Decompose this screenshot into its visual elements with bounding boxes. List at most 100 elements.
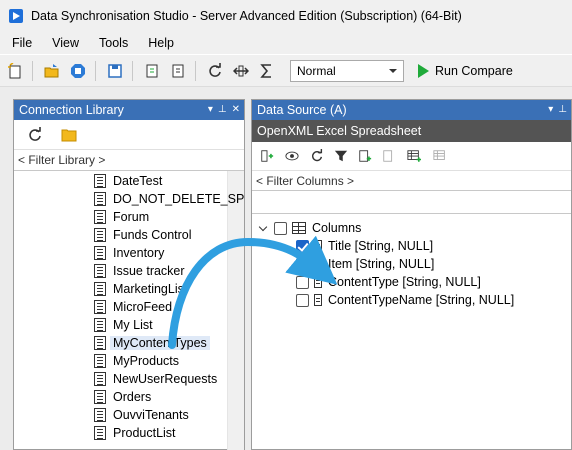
refresh-button[interactable] <box>204 60 226 82</box>
add-table-icon[interactable] <box>406 149 422 163</box>
library-item[interactable]: MarketingList <box>94 280 187 298</box>
folder-icon <box>61 129 77 141</box>
checkbox[interactable] <box>274 221 287 235</box>
library-item[interactable]: Funds Control <box>94 226 192 244</box>
library-scrollbar[interactable] <box>227 171 244 450</box>
swap-button[interactable] <box>230 60 252 82</box>
column-icon <box>314 294 322 306</box>
checkbox[interactable] <box>296 293 309 307</box>
library-item[interactable]: My List <box>94 316 153 334</box>
column-row[interactable]: ContentType [String, NULL] <box>296 273 481 291</box>
library-item[interactable]: Forum <box>94 208 149 226</box>
table-icon <box>292 222 306 234</box>
toolbar-separator <box>32 60 33 81</box>
library-item[interactable]: Issue tracker <box>94 262 185 280</box>
column-row[interactable]: Title [String, NULL] <box>296 237 433 255</box>
pin-icon[interactable]: ⊥ <box>218 103 227 117</box>
list-doc-icon <box>94 192 106 206</box>
toolbar-separator <box>132 60 133 81</box>
library-item[interactable]: DateTest <box>94 172 162 190</box>
library-list: DateTest DO_NOT_DELETE_SPL Forum Funds Cont… <box>14 171 244 450</box>
pin-icon[interactable]: ⊥ <box>558 103 567 117</box>
menu-file[interactable]: File <box>0 36 42 50</box>
list-doc-icon <box>94 318 106 332</box>
library-item-label: MyContentTypes <box>110 336 210 350</box>
library-item[interactable]: DO_NOT_DELETE_SPL <box>94 190 244 208</box>
add-row-icon[interactable] <box>358 149 372 163</box>
refresh-icon <box>29 126 41 141</box>
dropdown-icon[interactable]: ▾ <box>208 103 213 117</box>
connection-library-panel: Connection Library ▾ ⊥ ✕ < Filter Librar… <box>13 99 245 450</box>
list-doc-icon <box>94 264 106 278</box>
library-item-label: My List <box>113 318 153 332</box>
library-item[interactable]: MicroFeed <box>94 298 172 316</box>
list-doc-icon <box>94 390 106 404</box>
library-filter-input[interactable]: < Filter Library > <box>14 150 244 171</box>
window-title: Data Synchronisation Studio - Server Adv… <box>31 9 462 23</box>
library-refresh-button[interactable] <box>24 124 46 146</box>
open-project-button[interactable] <box>41 60 63 82</box>
checkbox-checked[interactable] <box>296 239 309 253</box>
title-bar: Data Synchronisation Studio - Server Adv… <box>0 0 572 32</box>
list-doc-icon <box>94 426 106 440</box>
add-column-icon[interactable] <box>260 149 274 163</box>
checkbox[interactable] <box>296 275 309 289</box>
export-button[interactable] <box>167 60 189 82</box>
menu-help[interactable]: Help <box>138 36 184 50</box>
menu-view[interactable]: View <box>42 36 89 50</box>
library-item-label: OuvviTenants <box>113 408 189 422</box>
library-item[interactable]: OuvviTenants <box>94 406 189 424</box>
column-icon <box>314 276 322 288</box>
save-icon <box>108 63 122 78</box>
column-row[interactable]: ContentTypeName [String, NULL] <box>296 291 514 309</box>
panel-controls: ▾ ⊥ <box>548 103 567 117</box>
library-item[interactable]: MyContentTypes <box>94 334 210 352</box>
tree-root-label: Columns <box>312 221 362 235</box>
list-doc-icon <box>94 210 106 224</box>
panel-controls: ▾ ⊥ ✕ <box>208 103 240 117</box>
list-doc-icon <box>94 300 106 314</box>
list-doc-icon <box>94 336 106 350</box>
mode-select[interactable]: Normal <box>290 59 404 82</box>
swap-icon <box>233 65 249 76</box>
run-compare-label: Run Compare <box>435 63 513 78</box>
refresh-icon <box>209 62 221 77</box>
dropdown-icon[interactable]: ▾ <box>548 103 553 117</box>
toolbar-separator <box>95 60 96 81</box>
stop-button[interactable] <box>67 60 89 82</box>
tree-root-columns[interactable]: Columns <box>258 219 362 237</box>
library-item[interactable]: MyProducts <box>94 352 179 370</box>
library-folder-button[interactable] <box>58 124 80 146</box>
library-item[interactable]: ProductList <box>94 424 176 442</box>
panel-title: Connection Library <box>19 103 124 117</box>
connection-library-header: Connection Library ▾ ⊥ ✕ <box>14 100 244 120</box>
library-item[interactable]: Inventory <box>94 244 164 262</box>
refresh-icon[interactable] <box>310 149 324 163</box>
remove-table-icon[interactable] <box>432 149 448 163</box>
library-item[interactable]: NewUserRequests <box>94 370 217 388</box>
app-logo-icon <box>9 9 23 23</box>
data-source-type: OpenXML Excel Spreadsheet <box>252 120 571 142</box>
library-item-label: Forum <box>113 210 150 224</box>
new-project-button[interactable] <box>4 60 26 82</box>
open-folder-icon <box>44 63 59 77</box>
sum-button[interactable] <box>256 60 278 82</box>
list-doc-icon <box>94 228 106 242</box>
column-row[interactable]: Item [String, NULL] <box>296 255 434 273</box>
filter-icon[interactable] <box>334 149 348 163</box>
columns-filter-input[interactable]: < Filter Columns > <box>252 170 571 191</box>
remove-row-icon[interactable] <box>382 149 396 163</box>
menu-tools[interactable]: Tools <box>89 36 138 50</box>
column-icon <box>314 240 322 252</box>
close-icon[interactable]: ✕ <box>232 103 240 117</box>
column-icon <box>314 258 322 270</box>
run-compare-button[interactable]: Run Compare <box>418 63 513 78</box>
checkbox-checked[interactable] <box>296 257 309 271</box>
chevron-down-icon[interactable] <box>258 222 268 231</box>
import-button[interactable] <box>141 60 163 82</box>
library-toolbar <box>14 120 244 150</box>
library-item[interactable]: Orders <box>94 388 151 406</box>
main-toolbar: Normal Run Compare <box>0 55 572 87</box>
preview-icon[interactable] <box>284 149 300 163</box>
save-button[interactable] <box>104 60 126 82</box>
